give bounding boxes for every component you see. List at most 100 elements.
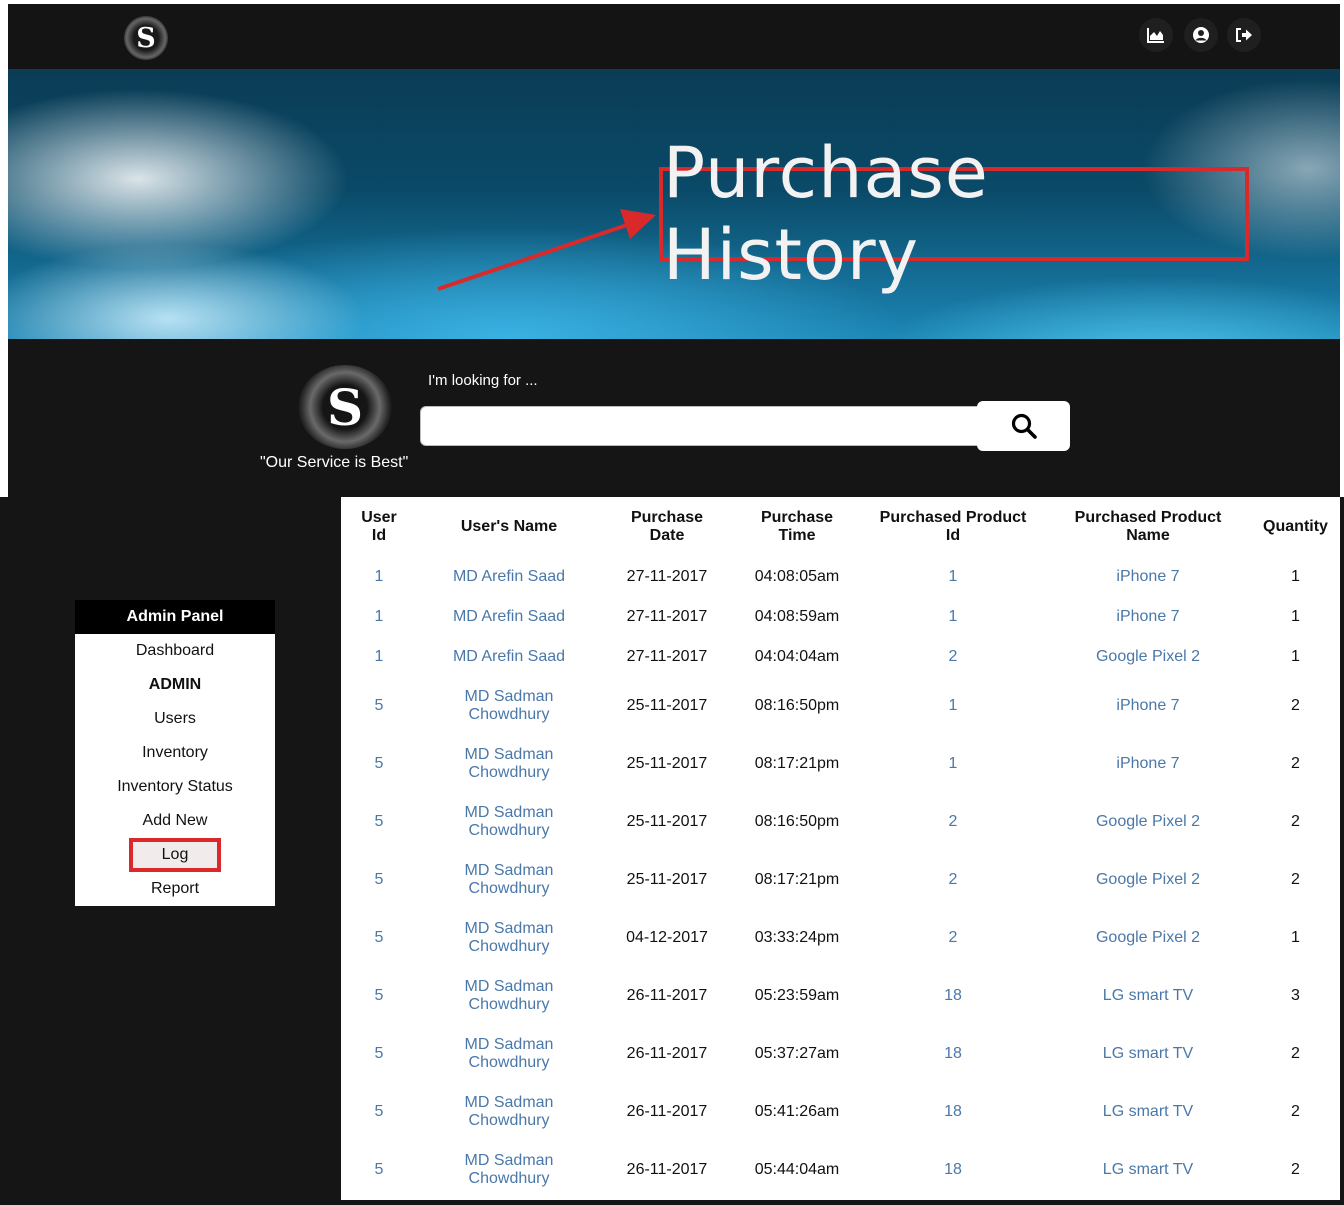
- cell-user-id[interactable]: 5: [341, 793, 417, 851]
- sidebar-item-report[interactable]: Report: [75, 872, 275, 906]
- cell-product-id[interactable]: 1: [861, 557, 1045, 597]
- brand-logo: S: [298, 365, 392, 449]
- cell-user-id[interactable]: 5: [341, 851, 417, 909]
- table-row: 5 MD Sadman Chowdhury 04-12-2017 03:33:24pm 2…: [341, 909, 1340, 967]
- sidebar-item-users[interactable]: Users: [75, 702, 275, 736]
- cell-user-id[interactable]: 5: [341, 909, 417, 967]
- sidebar-item-dashboard[interactable]: Dashboard: [75, 634, 275, 668]
- sidebar-item-inventory[interactable]: Inventory: [75, 736, 275, 770]
- cell-user-name[interactable]: MD Sadman Chowdhury: [417, 1025, 601, 1083]
- admin-panel: Admin Panel Dashboard ADMIN Users Invent…: [75, 600, 275, 906]
- table-row: 5 MD Sadman Chowdhury 25-11-2017 08:16:50pm 1…: [341, 677, 1340, 735]
- cell-product-id[interactable]: 2: [861, 793, 1045, 851]
- cell-product-id[interactable]: 1: [861, 677, 1045, 735]
- table-row: 1 MD Arefin Saad 27-11-2017 04:08:05am 1 iPho…: [341, 557, 1340, 597]
- cell-purchase-date: 27-11-2017: [626, 568, 708, 585]
- table-row: 5 MD Sadman Chowdhury 26-11-2017 05:41:26am 1…: [341, 1083, 1340, 1141]
- chart-icon[interactable]: [1139, 18, 1173, 52]
- cell-product-id[interactable]: 2: [861, 909, 1045, 967]
- cell-purchase-time: 08:16:50pm: [754, 697, 840, 714]
- search-input[interactable]: [420, 406, 978, 446]
- header-purchase-time: Purchase Time: [760, 509, 834, 544]
- cell-purchase-time: 08:17:21pm: [754, 871, 840, 888]
- cell-user-id[interactable]: 1: [341, 557, 417, 597]
- cell-user-id[interactable]: 1: [341, 637, 417, 677]
- cell-product-name[interactable]: Google Pixel 2: [1045, 793, 1251, 851]
- cell-product-name[interactable]: iPhone 7: [1045, 735, 1251, 793]
- right-border: [1340, 497, 1344, 1205]
- table-row: 1 MD Arefin Saad 27-11-2017 04:04:04am 2 Goog…: [341, 637, 1340, 677]
- cell-product-id[interactable]: 1: [861, 597, 1045, 637]
- search-icon: [1011, 413, 1037, 439]
- cell-user-id[interactable]: 5: [341, 735, 417, 793]
- cell-product-name[interactable]: LG smart TV: [1045, 1025, 1251, 1083]
- cell-user-name[interactable]: MD Sadman Chowdhury: [417, 851, 601, 909]
- cell-purchase-time: 05:41:26am: [754, 1103, 840, 1120]
- cell-product-name[interactable]: Google Pixel 2: [1045, 851, 1251, 909]
- cell-quantity: 1: [1291, 568, 1300, 585]
- cell-user-id[interactable]: 5: [341, 677, 417, 735]
- cell-user-id[interactable]: 5: [341, 967, 417, 1025]
- top-navbar: S: [8, 4, 1340, 69]
- page-title-box: Purchase History: [659, 132, 1249, 296]
- sidebar-item-inventory-status[interactable]: Inventory Status: [75, 770, 275, 804]
- cell-quantity: 2: [1291, 871, 1300, 888]
- header-user-name: User's Name: [460, 518, 558, 535]
- cell-user-id[interactable]: 5: [341, 1141, 417, 1199]
- cell-user-id[interactable]: 1: [341, 597, 417, 637]
- cell-purchase-date: 26-11-2017: [626, 987, 708, 1004]
- cell-user-name[interactable]: MD Sadman Chowdhury: [417, 909, 601, 967]
- cell-user-name[interactable]: MD Arefin Saad: [417, 637, 601, 677]
- cell-quantity: 1: [1291, 648, 1300, 665]
- cell-purchase-time: 03:33:24pm: [754, 929, 840, 946]
- cell-purchase-date: 26-11-2017: [626, 1045, 708, 1062]
- cell-user-name[interactable]: MD Arefin Saad: [417, 557, 601, 597]
- cell-user-name[interactable]: MD Sadman Chowdhury: [417, 793, 601, 851]
- cell-user-name[interactable]: MD Sadman Chowdhury: [417, 677, 601, 735]
- cell-quantity: 2: [1291, 1045, 1300, 1062]
- cell-product-name[interactable]: iPhone 7: [1045, 597, 1251, 637]
- search-button[interactable]: [977, 401, 1070, 451]
- cell-purchase-time: 05:37:27am: [754, 1045, 840, 1062]
- cell-user-id[interactable]: 5: [341, 1083, 417, 1141]
- cell-product-name[interactable]: Google Pixel 2: [1045, 637, 1251, 677]
- logo[interactable]: S: [124, 16, 168, 60]
- sidebar-item-add-new[interactable]: Add New: [75, 804, 275, 838]
- cell-user-name[interactable]: MD Sadman Chowdhury: [417, 967, 601, 1025]
- header-product-name: Purchased Product Name: [1074, 509, 1222, 544]
- cell-user-name[interactable]: MD Sadman Chowdhury: [417, 1083, 601, 1141]
- cell-product-id[interactable]: 2: [861, 637, 1045, 677]
- table-row: 5 MD Sadman Chowdhury 26-11-2017 05:37:27am 1…: [341, 1025, 1340, 1083]
- cell-product-name[interactable]: iPhone 7: [1045, 677, 1251, 735]
- cell-product-name[interactable]: LG smart TV: [1045, 967, 1251, 1025]
- header-product-id: Purchased Product Id: [879, 509, 1027, 544]
- cell-user-name[interactable]: MD Sadman Chowdhury: [417, 735, 601, 793]
- purchase-history-table-container: User Id User's Name Purchase Date Purchase…: [341, 497, 1340, 1200]
- logo-letter: S: [136, 22, 156, 54]
- cell-product-id[interactable]: 18: [861, 967, 1045, 1025]
- purchase-history-table: User Id User's Name Purchase Date Purchase…: [341, 497, 1340, 1199]
- cell-user-name[interactable]: MD Arefin Saad: [417, 597, 601, 637]
- sidebar-item-log[interactable]: Log: [129, 838, 221, 872]
- cell-product-id[interactable]: 2: [861, 851, 1045, 909]
- cell-product-name[interactable]: LG smart TV: [1045, 1083, 1251, 1141]
- cell-product-id[interactable]: 18: [861, 1083, 1045, 1141]
- cell-quantity: 2: [1291, 1161, 1300, 1178]
- table-body: 1 MD Arefin Saad 27-11-2017 04:08:05am 1 iPho…: [341, 557, 1340, 1199]
- cell-product-name[interactable]: Google Pixel 2: [1045, 909, 1251, 967]
- cell-product-id[interactable]: 18: [861, 1025, 1045, 1083]
- cell-product-name[interactable]: iPhone 7: [1045, 557, 1251, 597]
- cell-quantity: 2: [1291, 1103, 1300, 1120]
- cell-product-id[interactable]: 1: [861, 735, 1045, 793]
- cell-user-name[interactable]: MD Sadman Chowdhury: [417, 1141, 601, 1199]
- table-row: 5 MD Sadman Chowdhury 25-11-2017 08:16:50pm 2…: [341, 793, 1340, 851]
- logout-icon[interactable]: [1227, 18, 1261, 52]
- cell-purchase-date: 25-11-2017: [626, 755, 708, 772]
- cell-user-id[interactable]: 5: [341, 1025, 417, 1083]
- cell-purchase-date: 04-12-2017: [626, 929, 708, 946]
- cell-purchase-date: 27-11-2017: [626, 648, 708, 665]
- cell-product-id[interactable]: 18: [861, 1141, 1045, 1199]
- cell-quantity: 2: [1291, 697, 1300, 714]
- cell-product-name[interactable]: LG smart TV: [1045, 1141, 1251, 1199]
- user-circle-icon[interactable]: [1184, 18, 1218, 52]
